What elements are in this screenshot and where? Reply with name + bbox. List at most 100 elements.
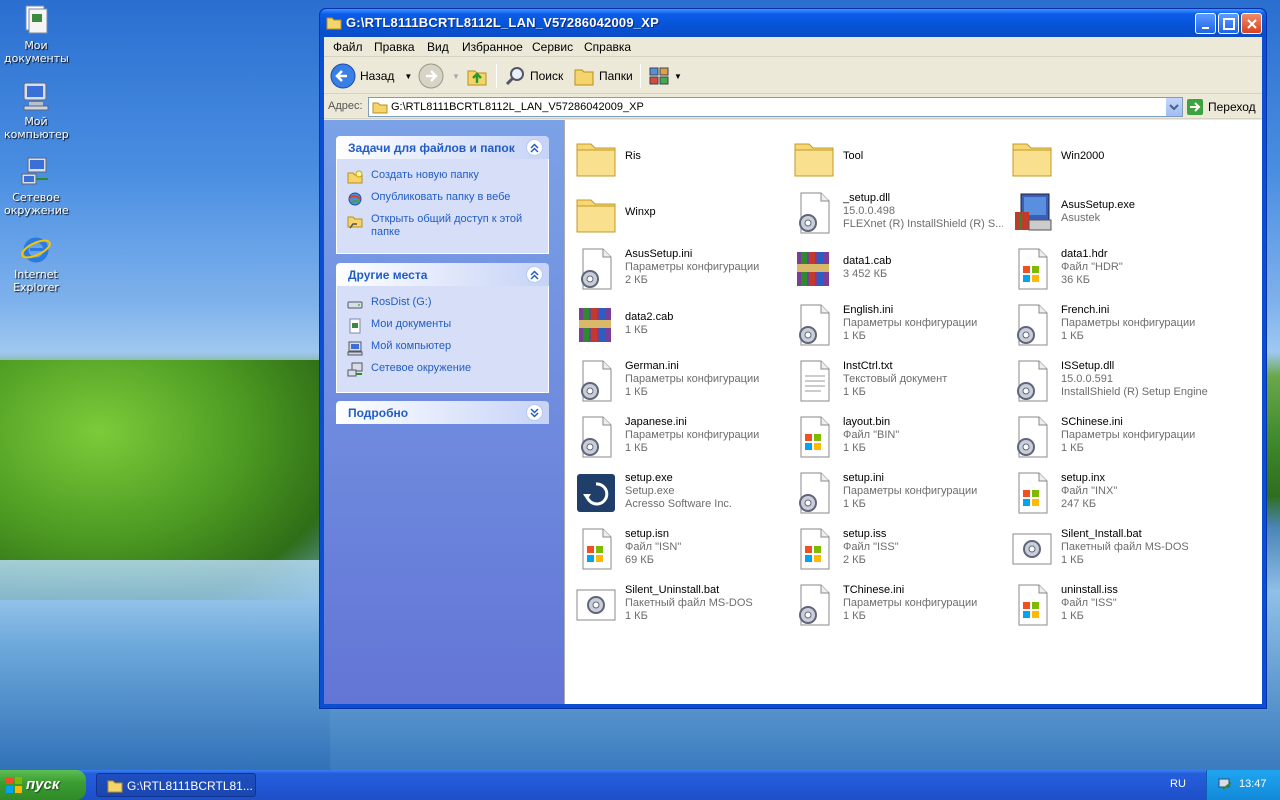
bat-file-icon [1009, 526, 1055, 572]
bat-file-icon [573, 582, 619, 628]
file-item[interactable]: Silent_Uninstall.bat Пакетный файл MS-DOS… [569, 578, 787, 632]
task-new-folder[interactable]: Создать новую папку [347, 169, 548, 185]
my-computer-icon [347, 341, 363, 356]
generic-file-icon [1009, 470, 1055, 516]
file-item[interactable]: Silent_Install.bat Пакетный файл MS-DOS 1 … [1005, 522, 1223, 576]
file-detail: Параметры конфигурации [843, 317, 978, 329]
file-detail: Файл "ISS" [1061, 597, 1117, 609]
minimize-button[interactable] [1195, 13, 1216, 34]
address-dropdown-button[interactable] [1165, 98, 1182, 116]
file-detail: Текстовый документ [843, 373, 948, 385]
file-item[interactable]: ISSetup.dll 15.0.0.591 InstallShield (R) S… [1005, 354, 1223, 408]
taskbar-window-button[interactable]: G:\RTL8111BCRTL81... [96, 773, 256, 797]
places-panel-header[interactable]: Другие места [336, 263, 549, 286]
tasks-panel-title: Задачи для файлов и папок [348, 141, 515, 155]
chevron-down-icon[interactable]: ▼ [404, 72, 412, 81]
menu-edit[interactable]: Правка [374, 40, 415, 54]
file-detail: 15.0.0.498 [843, 205, 895, 217]
tasks-panel-body: Создать новую папку Опубликовать папку в… [336, 159, 549, 254]
cab-file-icon [573, 302, 619, 348]
place-my-computer[interactable]: Мой компьютер [347, 340, 548, 356]
task-label: Создать новую папку [371, 169, 479, 181]
desktop-icon-label: Мой компьютер [4, 115, 69, 141]
desktop-icon-my-computer[interactable]: Мой компьютер [4, 80, 69, 141]
my-documents-icon [349, 318, 361, 334]
file-item[interactable]: SChinese.ini Параметры конфигурации 1 КБ [1005, 410, 1223, 464]
file-name: setup.isn [625, 528, 670, 540]
file-item[interactable]: Ris [569, 130, 787, 184]
file-detail: Параметры конфигурации [625, 373, 760, 385]
file-item[interactable]: data1.hdr Файл "HDR" 36 КБ [1005, 242, 1223, 296]
file-name: Silent_Install.bat [1061, 528, 1142, 540]
file-detail: Параметры конфигурации [625, 429, 760, 441]
menu-view[interactable]: Вид [427, 40, 449, 54]
title-bar[interactable]: G:\RTL8111BCRTL8112L_LAN_V57286042009_XP [320, 9, 1266, 37]
menu-tools[interactable]: Сервис [532, 40, 573, 54]
file-item[interactable]: Winxp [569, 186, 787, 240]
expand-chevron-icon[interactable] [526, 404, 543, 421]
file-item[interactable]: TChinese.ini Параметры конфигурации 1 КБ [787, 578, 1005, 632]
menu-favorites[interactable]: Избранное [462, 40, 523, 54]
file-item[interactable]: German.ini Параметры конфигурации 1 КБ [569, 354, 787, 408]
file-item[interactable]: InstCtrl.txt Текстовый документ 1 КБ [787, 354, 1005, 408]
task-share-folder[interactable]: Открыть общий доступ к этой папке [347, 213, 548, 239]
desktop-icon-internet-explorer[interactable]: Internet Explorer [4, 233, 68, 294]
file-detail: 3 452 КБ [843, 268, 888, 280]
my-documents-icon [20, 4, 52, 36]
file-item[interactable]: setup.isn Файл "ISN" 69 КБ [569, 522, 787, 576]
search-button[interactable]: Поиск [504, 62, 563, 90]
file-detail: 1 КБ [843, 610, 866, 622]
file-item[interactable]: setup.inx Файл "INX" 247 КБ [1005, 466, 1223, 520]
file-item[interactable]: AsusSetup.ini Параметры конфигурации 2 КБ [569, 242, 787, 296]
file-item[interactable]: AsusSetup.exe Asustek [1005, 186, 1223, 240]
file-item[interactable]: Tool [787, 130, 1005, 184]
file-name: Tool [843, 150, 864, 162]
file-item[interactable]: English.ini Параметры конфигурации 1 КБ [787, 298, 1005, 352]
file-item[interactable]: _setup.dll 15.0.0.498 FLEXnet (R) InstallS… [787, 186, 1005, 240]
network-tray-icon[interactable] [1217, 777, 1233, 793]
file-name: data1.cab [843, 255, 892, 267]
task-publish-web[interactable]: Опубликовать папку в вебе [347, 191, 548, 207]
folders-button[interactable]: Папки [573, 62, 633, 90]
file-name: English.ini [843, 304, 894, 316]
forward-button[interactable]: ▼ [418, 62, 460, 90]
desktop-icon-label: Internet Explorer [13, 268, 59, 294]
place-rosdist-drive[interactable]: RosDist (G:) [347, 296, 548, 312]
collapse-chevron-icon[interactable] [526, 266, 543, 283]
maximize-button[interactable] [1218, 13, 1239, 34]
desktop-icon-network[interactable]: Сетевое окружение [4, 156, 69, 217]
file-detail: Параметры конфигурации [843, 597, 978, 609]
file-detail: Файл "ISS" [843, 541, 899, 553]
views-button[interactable]: ▼ [648, 62, 682, 90]
desktop-icon-my-documents[interactable]: Мои документы [4, 4, 69, 65]
details-panel-header[interactable]: Подробно [336, 401, 549, 424]
place-label: RosDist (G:) [371, 296, 432, 308]
start-button[interactable]: пуск [0, 770, 86, 800]
file-name: data1.hdr [1061, 248, 1108, 260]
back-button[interactable]: Назад ▼ [330, 62, 412, 90]
close-button[interactable] [1241, 13, 1262, 34]
tasks-panel-header[interactable]: Задачи для файлов и папок [336, 136, 549, 159]
file-item[interactable]: Japanese.ini Параметры конфигурации 1 КБ [569, 410, 787, 464]
menu-file[interactable]: Файл [333, 40, 363, 54]
up-folder-button[interactable] [466, 62, 488, 90]
language-indicator[interactable]: RU [1170, 778, 1186, 790]
file-item[interactable]: setup.ini Параметры конфигурации 1 КБ [787, 466, 1005, 520]
file-detail: 2 КБ [625, 274, 648, 286]
file-item[interactable]: uninstall.iss Файл "ISS" 1 КБ [1005, 578, 1223, 632]
installer-file-icon [573, 470, 619, 516]
file-item[interactable]: setup.iss Файл "ISS" 2 КБ [787, 522, 1005, 576]
place-my-documents[interactable]: Мои документы [347, 318, 548, 334]
address-input[interactable]: G:\RTL8111BCRTL8112L_LAN_V57286042009_XP [368, 97, 1183, 117]
collapse-chevron-icon[interactable] [526, 139, 543, 156]
file-item[interactable]: layout.bin Файл "BIN" 1 КБ [787, 410, 1005, 464]
place-network[interactable]: Сетевое окружение [347, 362, 548, 378]
file-item[interactable]: data2.cab 1 КБ [569, 298, 787, 352]
go-button[interactable]: Переход [1186, 97, 1264, 117]
menu-help[interactable]: Справка [584, 40, 631, 54]
address-value: G:\RTL8111BCRTL8112L_LAN_V57286042009_XP [391, 101, 644, 113]
file-item[interactable]: French.ini Параметры конфигурации 1 КБ [1005, 298, 1223, 352]
file-item[interactable]: setup.exe Setup.exe Acresso Software Inc. [569, 466, 787, 520]
file-item[interactable]: Win2000 [1005, 130, 1223, 184]
file-item[interactable]: data1.cab 3 452 КБ [787, 242, 1005, 296]
